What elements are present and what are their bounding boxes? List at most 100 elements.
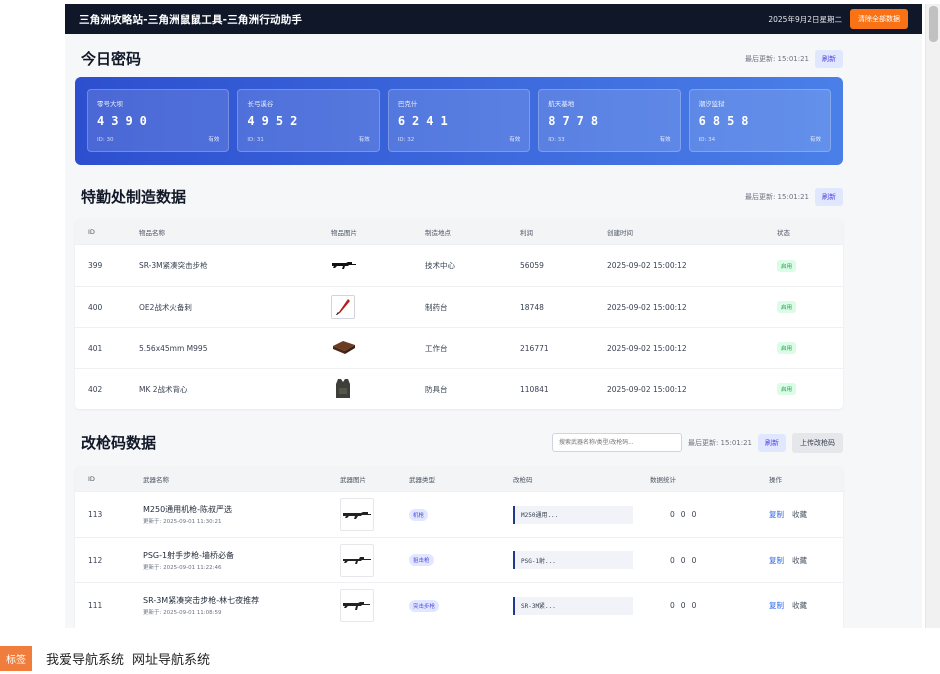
item-image — [331, 338, 425, 358]
craft-place: 制药台 — [425, 302, 448, 312]
scrollbar[interactable] — [925, 4, 940, 628]
weapon-type-badge: 狙击枪 — [409, 554, 434, 566]
tag-bar: 标签 我爱导航系统 网址导航系统 — [0, 645, 210, 671]
weapon-name[interactable]: SR-3M紧凑突击步枪-林七夜推荐 — [143, 595, 340, 606]
mods-header: 改枪码数据 最后更新: 15:01:21 刷新 上传改枪码 — [81, 432, 843, 453]
password-card: 长弓溪谷 4952 ID: 31 有效 — [237, 89, 380, 152]
item-name: OE2战术火备刺 — [139, 302, 192, 312]
row-id: 399 — [88, 261, 103, 270]
weapon-image — [340, 589, 374, 622]
stat-value: 0 — [691, 601, 703, 610]
tag-link[interactable]: 网址导航系统 — [132, 649, 210, 668]
password-id: ID: 31 — [247, 137, 264, 143]
passwords-updated: 最后更新: 15:01:21 — [744, 54, 809, 63]
table-header: ID 武器名称 武器图片 武器类型 改枪码 数据统计 操作 — [75, 466, 843, 491]
password-code: 4952 — [247, 114, 305, 128]
mods-refresh-button[interactable]: 刷新 — [758, 433, 786, 452]
table-row: 113 M250通用机枪-陈叔严选 更新于: 2025-09-01 11:30:… — [75, 491, 843, 537]
weapon-name[interactable]: M250通用机枪-陈叔严选 — [143, 504, 340, 515]
mod-code[interactable]: M250通用... — [513, 505, 633, 524]
passwords-title: 今日密码 — [81, 50, 142, 68]
crafting-table: ID 物品名称 物品图片 制造地点 利润 创建时间 状态 399 SR-3M紧凑… — [75, 219, 843, 409]
table-row: 402 MK 2战术背心 防具台 110841 2025-09-02 15:00… — [75, 368, 843, 409]
rifle-icon — [332, 261, 356, 269]
crafting-refresh-button[interactable]: 刷新 — [815, 187, 843, 206]
stat-value: 0 — [691, 510, 703, 519]
stat-value: 0 — [680, 601, 692, 610]
col-actions: 操作 — [769, 475, 782, 484]
clear-all-data-button[interactable]: 清除全部数据 — [850, 9, 908, 29]
craft-place: 技术中心 — [425, 261, 455, 270]
mod-code[interactable]: SR-3M紧... — [513, 596, 633, 615]
stat-value: 0 — [670, 510, 681, 519]
crafting-header: 特勤处制造数据 最后更新: 15:01:21 刷新 — [81, 186, 843, 207]
password-status: 有效 — [810, 137, 822, 143]
row-id: 112 — [88, 555, 103, 565]
item-name: MK 2战术背心 — [139, 384, 188, 394]
favorite-button[interactable]: 收藏 — [792, 510, 807, 519]
mods-search-input[interactable] — [551, 433, 682, 452]
weapon-name[interactable]: PSG-1射手步枪-墙桥必备 — [143, 550, 340, 561]
vest-icon — [336, 379, 350, 398]
password-code: 6241 — [397, 114, 455, 128]
profit: 216771 — [520, 343, 549, 353]
site-title[interactable]: 三角洲攻略站-三角洲鼠鼠工具-三角洲行动助手 — [79, 12, 302, 27]
created-time: 2025-09-02 15:00:12 — [607, 302, 687, 312]
col-mod-code: 改枪码 — [513, 475, 533, 484]
created-time: 2025-09-02 15:00:12 — [607, 261, 687, 270]
ammo-box-icon — [333, 341, 355, 354]
passwords-refresh-button[interactable]: 刷新 — [815, 49, 843, 68]
row-id: 400 — [88, 302, 103, 312]
weapon-updated: 更新于: 2025-09-01 11:08:59 — [143, 610, 222, 616]
sniper-rifle-icon — [343, 557, 371, 564]
col-image: 物品图片 — [331, 228, 357, 237]
password-id: ID: 32 — [397, 137, 415, 143]
col-time: 创建时间 — [607, 228, 633, 237]
scrollbar-thumb[interactable] — [929, 6, 938, 42]
table-row: 111 SR-3M紧凑突击步枪-林七夜推荐 更新于: 2025-09-01 11… — [75, 582, 843, 628]
stat-value: 0 — [670, 601, 681, 610]
stat-value: 0 — [680, 510, 692, 519]
table-row: 112 PSG-1射手步枪-墙桥必备 更新于: 2025-09-01 11:22… — [75, 537, 843, 582]
created-time: 2025-09-02 15:00:12 — [607, 343, 687, 353]
craft-place: 防具台 — [425, 384, 448, 394]
crafting-updated: 最后更新: 15:01:21 — [744, 192, 809, 201]
password-id: ID: 34 — [698, 137, 716, 143]
password-card: 零号大坝 4390 ID: 30 有效 — [87, 89, 230, 152]
mods-title: 改枪码数据 — [81, 434, 157, 452]
col-name: 物品名称 — [139, 228, 165, 237]
mod-code[interactable]: PSG-1射... — [513, 551, 633, 569]
copy-button[interactable]: 复制 — [769, 510, 784, 519]
status-badge: 启用 — [777, 259, 797, 272]
col-profit: 利润 — [520, 228, 533, 237]
upload-code-button[interactable]: 上传改枪码 — [792, 432, 843, 453]
item-image — [331, 295, 425, 319]
weapon-type-badge: 机枪 — [409, 508, 429, 521]
col-status: 状态 — [777, 228, 790, 237]
table-header: ID 物品名称 物品图片 制造地点 利润 创建时间 状态 — [75, 219, 843, 244]
map-name: 零号大坝 — [97, 100, 123, 108]
stat-value: 0 — [670, 555, 681, 565]
row-id: 401 — [88, 343, 103, 353]
top-navbar: 三角洲攻略站-三角洲鼠鼠工具-三角洲行动助手 2025年9月2日星期二 清除全部… — [65, 4, 922, 34]
row-id: 111 — [88, 601, 103, 610]
map-name: 航天基地 — [548, 100, 575, 108]
stats: 000 — [650, 556, 769, 565]
col-weapon-image: 武器图片 — [340, 475, 366, 484]
password-code: 4390 — [97, 114, 154, 128]
favorite-button[interactable]: 收藏 — [792, 556, 807, 565]
copy-button[interactable]: 复制 — [769, 556, 784, 565]
copy-button[interactable]: 复制 — [769, 601, 784, 610]
col-id: ID — [88, 227, 95, 236]
tag-link[interactable]: 我爱导航系统 — [46, 649, 124, 668]
passwords-header: 今日密码 最后更新: 15:01:21 刷新 — [81, 48, 843, 69]
stat-value: 0 — [680, 555, 692, 565]
col-place: 制造地点 — [425, 228, 451, 237]
password-id: ID: 33 — [548, 137, 565, 143]
table-row: 400 OE2战术火备刺 制药台 18748 2025-09-02 15:00:… — [75, 286, 843, 327]
item-image — [331, 260, 425, 272]
col-weapon-type: 武器类型 — [409, 475, 435, 484]
item-name: 5.56x45mm M995 — [139, 343, 208, 353]
status-badge: 启用 — [777, 383, 797, 395]
favorite-button[interactable]: 收藏 — [792, 601, 807, 610]
